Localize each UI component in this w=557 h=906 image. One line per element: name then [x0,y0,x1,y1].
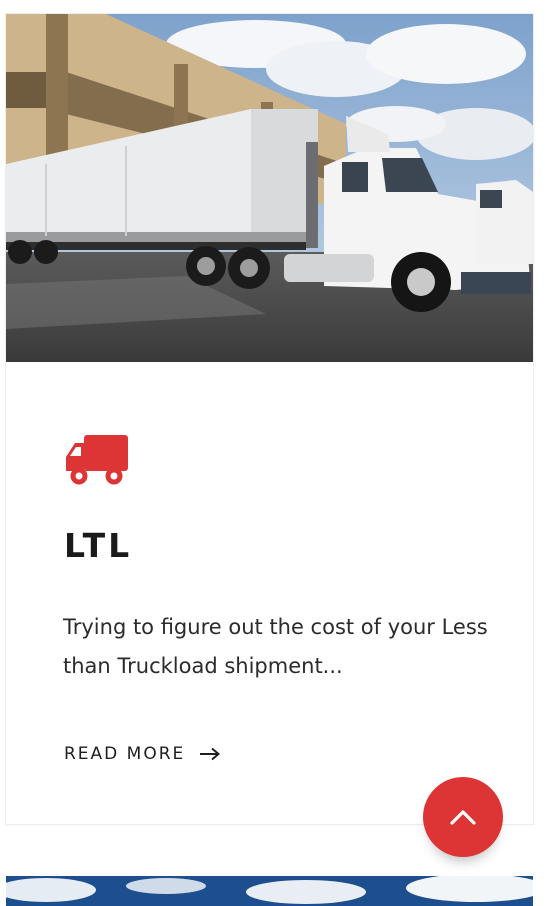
scroll-to-top-button[interactable] [423,777,503,857]
service-card: LTL Trying to figure out the cost of you… [6,14,533,824]
truck-icon [66,435,128,487]
card-description: Trying to figure out the cost of your Le… [63,615,488,678]
arrow-right-icon [199,747,221,761]
card-hero-image [6,14,533,362]
next-card-image [6,876,533,906]
card-title: LTL [64,526,133,565]
read-more-link[interactable]: READ MORE [64,744,221,764]
chevron-up-icon [450,809,476,825]
read-more-label: READ MORE [64,744,186,764]
